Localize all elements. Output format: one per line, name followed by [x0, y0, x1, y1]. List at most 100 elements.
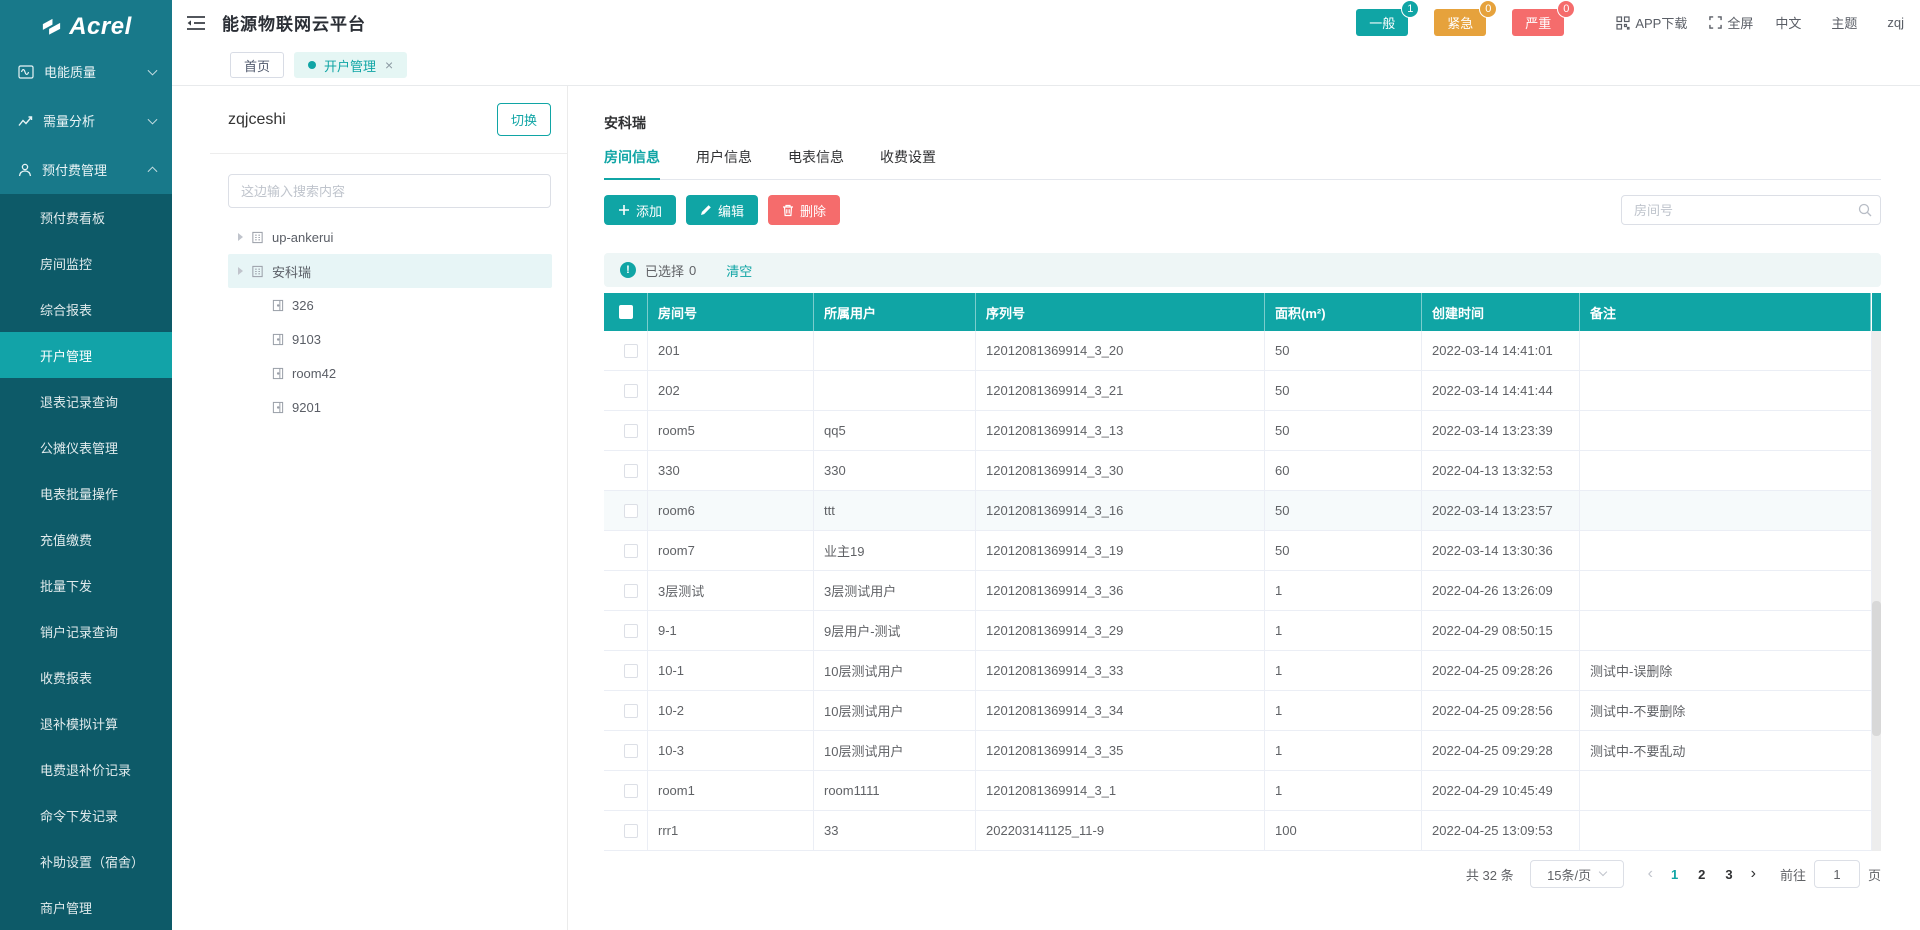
- row-checkbox[interactable]: [624, 504, 638, 518]
- alarm-urgent-badge[interactable]: 紧急0: [1434, 9, 1486, 36]
- submenu-item[interactable]: 退补模拟计算: [0, 700, 172, 746]
- info-tab[interactable]: 收费设置: [880, 147, 936, 179]
- switch-project-button[interactable]: 切换: [497, 103, 551, 136]
- submenu-item[interactable]: 销户记录查询: [0, 608, 172, 654]
- page-number[interactable]: 2: [1698, 867, 1705, 882]
- clear-selection-link[interactable]: 清空: [726, 261, 752, 280]
- next-page-button[interactable]: ›: [1751, 866, 1756, 882]
- fullscreen-link[interactable]: 全屏: [1709, 13, 1753, 32]
- table-cell: 10-2: [648, 691, 814, 730]
- submenu-item[interactable]: 房间监控: [0, 240, 172, 286]
- tree-node[interactable]: room42: [228, 356, 552, 390]
- table-cell: 10层测试用户: [814, 691, 976, 730]
- alarm-critical-badge[interactable]: 严重0: [1512, 9, 1564, 36]
- info-tab[interactable]: 房间信息: [604, 147, 660, 179]
- search-icon[interactable]: [1858, 203, 1872, 217]
- caret-right-icon[interactable]: [238, 233, 243, 241]
- scrollbar-thumb[interactable]: [1872, 601, 1881, 736]
- submenu-item[interactable]: 电费退补价记录: [0, 746, 172, 792]
- room-search-input[interactable]: [1621, 195, 1881, 225]
- submenu-item[interactable]: 商户管理: [0, 884, 172, 930]
- tab-account-management[interactable]: 开户管理 ×: [294, 52, 407, 78]
- submenu-item[interactable]: 批量下发: [0, 562, 172, 608]
- table-row[interactable]: 3层测试3层测试用户12012081369914_3_3612022-04-26…: [604, 571, 1881, 611]
- row-checkbox[interactable]: [624, 664, 638, 678]
- row-checkbox[interactable]: [624, 424, 638, 438]
- tree-node[interactable]: 9201: [228, 390, 552, 424]
- table-row[interactable]: room6ttt12012081369914_3_16502022-03-14 …: [604, 491, 1881, 531]
- table-row[interactable]: 9-19层用户-测试12012081369914_3_2912022-04-29…: [604, 611, 1881, 651]
- row-checkbox[interactable]: [624, 824, 638, 838]
- table-row[interactable]: 10-110层测试用户12012081369914_3_3312022-04-2…: [604, 651, 1881, 691]
- submenu-item[interactable]: 充值缴费: [0, 516, 172, 562]
- tab-home[interactable]: 首页: [230, 52, 284, 78]
- prev-page-button[interactable]: ‹: [1648, 866, 1653, 882]
- row-checkbox[interactable]: [624, 584, 638, 598]
- submenu-item[interactable]: 公摊仪表管理: [0, 424, 172, 470]
- info-icon: !: [620, 262, 636, 278]
- row-checkbox[interactable]: [624, 744, 638, 758]
- row-checkbox[interactable]: [624, 464, 638, 478]
- delete-button[interactable]: 删除: [768, 195, 840, 225]
- table-row[interactable]: room5qq512012081369914_3_13502022-03-14 …: [604, 411, 1881, 451]
- alarm-general-badge[interactable]: 一般1: [1356, 9, 1408, 36]
- caret-right-icon[interactable]: [238, 267, 243, 275]
- sidebar-item-label: 预付费管理: [42, 160, 107, 179]
- submenu-item[interactable]: 预付费看板: [0, 194, 172, 240]
- submenu-item[interactable]: 补助设置（宿舍）: [0, 838, 172, 884]
- theme-switch[interactable]: 主题: [1831, 13, 1857, 32]
- submenu-item[interactable]: 开户管理: [0, 332, 172, 378]
- info-tab[interactable]: 电表信息: [788, 147, 844, 179]
- row-checkbox-cell: [604, 811, 648, 850]
- table-cell: 2022-04-25 13:09:53: [1422, 811, 1580, 850]
- app-download-link[interactable]: APP下载: [1616, 13, 1687, 32]
- collapse-menu-icon[interactable]: [186, 15, 206, 31]
- row-checkbox[interactable]: [624, 784, 638, 798]
- goto-page-input[interactable]: [1814, 860, 1860, 888]
- sidebar-item[interactable]: 预付费管理: [0, 145, 172, 194]
- info-tab[interactable]: 用户信息: [696, 147, 752, 179]
- page-number[interactable]: 1: [1671, 867, 1678, 882]
- tree-node[interactable]: 326: [228, 288, 552, 322]
- tree-node[interactable]: 安科瑞: [228, 254, 552, 288]
- row-checkbox[interactable]: [624, 704, 638, 718]
- table-row[interactable]: 20212012081369914_3_21502022-03-14 14:41…: [604, 371, 1881, 411]
- table-cell: 12012081369914_3_30: [976, 451, 1265, 490]
- language-switch[interactable]: 中文: [1775, 13, 1801, 32]
- submenu-item[interactable]: 综合报表: [0, 286, 172, 332]
- row-checkbox[interactable]: [624, 624, 638, 638]
- table-row[interactable]: rrr133202203141125_11-91002022-04-25 13:…: [604, 811, 1881, 851]
- table-row[interactable]: 33033012012081369914_3_30602022-04-13 13…: [604, 451, 1881, 491]
- table-cell: 330: [648, 451, 814, 490]
- row-checkbox-cell: [604, 531, 648, 570]
- table-row[interactable]: room7业主1912012081369914_3_19502022-03-14…: [604, 531, 1881, 571]
- table-row[interactable]: 10-310层测试用户12012081369914_3_3512022-04-2…: [604, 731, 1881, 771]
- tree-node[interactable]: up-ankerui: [228, 220, 552, 254]
- table-cell: 12012081369914_3_35: [976, 731, 1265, 770]
- table-scrollbar[interactable]: [1872, 331, 1881, 851]
- add-button[interactable]: 添加: [604, 195, 676, 225]
- tree-node[interactable]: 9103: [228, 322, 552, 356]
- close-tab-icon[interactable]: ×: [385, 58, 393, 72]
- row-checkbox[interactable]: [624, 344, 638, 358]
- page-number[interactable]: 3: [1725, 867, 1732, 882]
- sidebar-item[interactable]: 需量分析: [0, 96, 172, 145]
- row-checkbox[interactable]: [624, 544, 638, 558]
- submenu-item[interactable]: 收费报表: [0, 654, 172, 700]
- table-row[interactable]: room1room111112012081369914_3_112022-04-…: [604, 771, 1881, 811]
- table-row[interactable]: 20112012081369914_3_20502022-03-14 14:41…: [604, 331, 1881, 371]
- submenu-item[interactable]: 命令下发记录: [0, 792, 172, 838]
- table-cell: 50: [1265, 531, 1422, 570]
- page-title: 安科瑞: [604, 113, 1881, 133]
- page-size-select[interactable]: 15条/页: [1530, 860, 1624, 888]
- tree-search-input[interactable]: [228, 174, 551, 208]
- sidebar-item[interactable]: 电能质量: [0, 47, 172, 96]
- table-row[interactable]: 10-210层测试用户12012081369914_3_3412022-04-2…: [604, 691, 1881, 731]
- room-search: [1621, 195, 1881, 225]
- row-checkbox[interactable]: [624, 384, 638, 398]
- edit-button[interactable]: 编辑: [686, 195, 758, 225]
- submenu-item[interactable]: 退表记录查询: [0, 378, 172, 424]
- select-all-checkbox[interactable]: [619, 305, 633, 319]
- submenu-item[interactable]: 电表批量操作: [0, 470, 172, 516]
- user-menu[interactable]: zqj: [1887, 15, 1904, 30]
